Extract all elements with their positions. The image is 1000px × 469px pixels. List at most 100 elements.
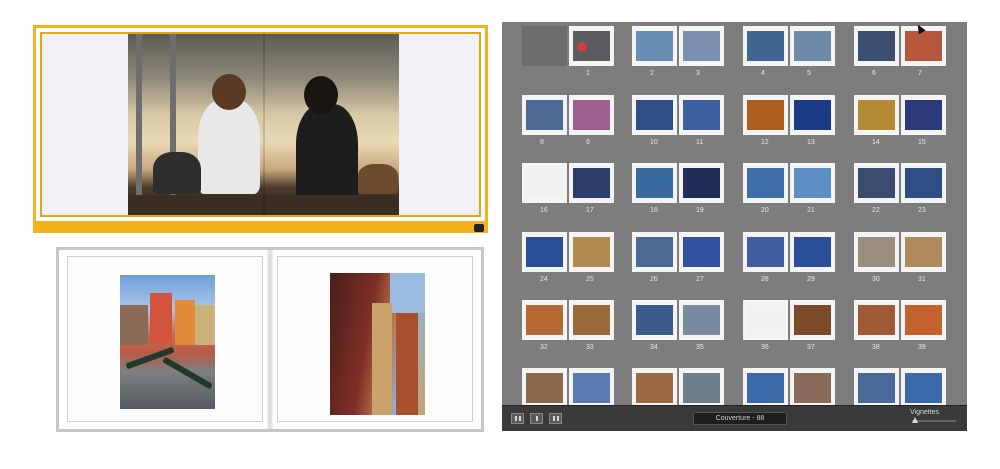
page-thumbnail[interactable] [790,26,835,66]
page-thumbnail[interactable] [854,163,899,203]
page-thumbnail[interactable] [569,95,614,135]
page-spread-thumbnail[interactable]: 26 27 [632,232,724,283]
page-thumbnail[interactable] [743,232,788,272]
right-page[interactable] [277,256,473,422]
right-page-photo[interactable] [330,273,425,415]
page-thumbnail[interactable] [632,163,677,203]
cover-selection-frame [40,32,481,217]
page-thumbnail[interactable] [679,232,724,272]
page-spread-thumbnail[interactable]: 18 19 [632,163,724,214]
page-spread-thumbnail[interactable]: 28 29 [743,232,835,283]
page-thumbnail[interactable] [901,368,946,405]
tower [372,303,392,415]
page-spread-thumbnail[interactable]: 20 21 [743,163,835,214]
multi-page-view-button[interactable] [511,413,524,424]
page-spread-thumbnail[interactable]: 32 33 [522,300,614,351]
thumbnail-photo [636,168,673,198]
page-thumbnail[interactable] [522,26,567,66]
page-thumbnail[interactable] [901,163,946,203]
page-thumbnail[interactable] [854,300,899,340]
page-thumbnail[interactable] [790,95,835,135]
page-thumbnail[interactable] [679,368,724,405]
page-spread-thumbnail[interactable]: 38 39 [854,300,946,351]
page-thumbnail[interactable] [679,95,724,135]
sky [390,273,425,313]
page-thumbnail[interactable] [901,232,946,272]
page-thumbnail[interactable] [854,232,899,272]
page-spread-thumbnail[interactable]: 36 37 [743,300,835,351]
slider-knob-icon[interactable] [912,417,918,423]
page-spread-thumbnail[interactable]: 67 [854,26,946,77]
page-spread-thumbnail[interactable]: 10 11 [632,95,724,146]
thumbnail-size-slider[interactable] [912,420,956,422]
page-thumbnail[interactable] [854,26,899,66]
page-spread-thumbnail[interactable] [522,368,614,405]
page-thumbnail[interactable] [679,26,724,66]
page-thumbnail[interactable] [790,163,835,203]
page-thumbnail[interactable] [743,368,788,405]
page-thumbnail[interactable] [569,232,614,272]
page-thumbnail[interactable] [743,95,788,135]
page-thumbnail[interactable] [743,26,788,66]
page-spread-thumbnail[interactable]: 14 15 [854,95,946,146]
cover-photo[interactable] [128,34,401,215]
cover-spread[interactable] [33,25,488,233]
page-spread-thumbnail[interactable] [743,368,835,405]
page-number: 15 [918,139,926,146]
page-thumbnail[interactable] [522,368,567,405]
page-thumbnail[interactable] [569,300,614,340]
page-thumbnail[interactable] [569,26,614,66]
thumbnail-photo [858,168,895,198]
page-thumbnail[interactable] [632,95,677,135]
page-thumbnail[interactable] [854,95,899,135]
page-thumbnail[interactable] [522,163,567,203]
left-page-photo[interactable] [120,275,215,409]
thumbnail-photo [905,168,942,198]
left-page[interactable] [67,256,263,422]
page-thumbnail[interactable] [569,163,614,203]
page-indicator[interactable]: Couverture - 88 [693,412,787,425]
page-spread-thumbnail[interactable] [854,368,946,405]
page-thumbnail[interactable] [632,300,677,340]
page-thumbnail[interactable] [854,368,899,405]
page-number: 33 [586,344,594,351]
page-thumbnail[interactable] [679,300,724,340]
page-spread-thumbnail[interactable]: 16 17 [522,163,614,214]
page-thumbnail[interactable] [522,300,567,340]
page-spread-thumbnail[interactable]: 45 [743,26,835,77]
page-spread-thumbnail[interactable]: 23 [632,26,724,77]
page-spread-thumbnail[interactable]: 34 35 [632,300,724,351]
page-spread-thumbnail[interactable]: 22 23 [854,163,946,214]
page-thumbnail[interactable] [901,26,946,66]
page-thumbnail[interactable] [679,163,724,203]
thumbnail-photo [747,373,784,403]
page-spread-thumbnail[interactable]: 30 31 [854,232,946,283]
page-thumbnail[interactable] [901,95,946,135]
page-thumbnail[interactable] [632,26,677,66]
page-thumbnail-grid[interactable]: 1 2 3 4 5 6 7 8 9 10 11 12 13 14 15 16 17 18 19 20 21 22 23 24 2… [502,22,967,405]
page-thumbnail[interactable] [632,368,677,405]
page-spread-thumbnail[interactable]: 1 [522,26,614,77]
page-spread-thumbnail[interactable]: 89 [522,95,614,146]
page-thumbnail[interactable] [632,232,677,272]
spread-view-button[interactable] [530,413,543,424]
page-thumbnail[interactable] [743,163,788,203]
page-thumbnail[interactable] [569,368,614,405]
single-page-view-button[interactable] [549,413,562,424]
page-spread-thumbnail[interactable] [632,368,724,405]
page-thumbnail[interactable] [790,368,835,405]
page-thumbnail[interactable] [790,300,835,340]
page-thumbnail[interactable] [522,232,567,272]
page-thumbnail[interactable] [743,300,788,340]
cover-menu-icon[interactable] [474,224,484,232]
thumbnail-photo [747,237,784,267]
thumbnail-photo [747,305,784,335]
thumbnail-photo [683,373,720,403]
page-thumbnail[interactable] [901,300,946,340]
page-spread-thumbnail[interactable]: 24 25 [522,232,614,283]
page-number: 36 [761,344,769,351]
page-spread-thumbnail[interactable]: 12 13 [743,95,835,146]
page-thumbnail[interactable] [522,95,567,135]
open-book-spread[interactable] [56,247,484,432]
page-thumbnail[interactable] [790,232,835,272]
